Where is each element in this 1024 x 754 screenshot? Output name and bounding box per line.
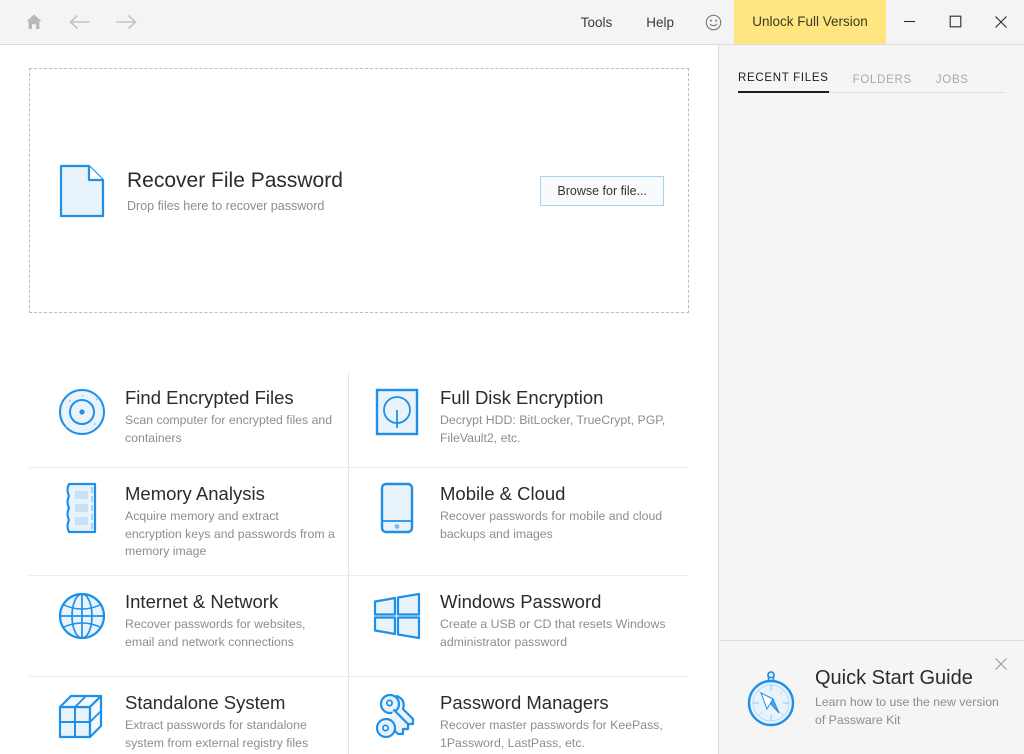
right-sidebar: RECENT FILES FOLDERS JOBS Quick Start Gu… bbox=[718, 45, 1024, 754]
tile-title: Internet & Network bbox=[125, 591, 279, 612]
compass-icon bbox=[743, 669, 799, 727]
tile-body: Find Encrypted Files Scan computer for e… bbox=[125, 386, 338, 447]
file-document-icon bbox=[59, 164, 105, 218]
tile-title: Windows Password bbox=[440, 591, 602, 612]
tile-body: Memory Analysis Acquire memory and extra… bbox=[125, 482, 338, 560]
recent-files-list[interactable] bbox=[719, 93, 1024, 640]
windows-logo-icon bbox=[371, 590, 423, 642]
tile-standalone-system[interactable]: Standalone System Extract passwords for … bbox=[29, 677, 348, 754]
quick-start-guide-panel[interactable]: Quick Start Guide Learn how to use the n… bbox=[719, 640, 1024, 754]
tile-password-managers[interactable]: Password Managers Recover master passwor… bbox=[349, 677, 689, 754]
file-drop-zone[interactable]: Recover File Password Drop files here to… bbox=[29, 68, 689, 313]
tile-title: Full Disk Encryption bbox=[440, 387, 604, 408]
tile-internet-and-network[interactable]: Internet & Network Recover passwords for… bbox=[29, 576, 348, 676]
cube-blocks-icon bbox=[56, 691, 108, 743]
tile-full-disk-encryption[interactable]: Full Disk Encryption Decrypt HDD: BitLoc… bbox=[349, 372, 689, 467]
title-bar: Tools Help Unlock Full Version bbox=[0, 0, 1024, 45]
tile-body: Standalone System Extract passwords for … bbox=[125, 691, 338, 752]
close-icon[interactable] bbox=[978, 0, 1024, 44]
tab-folders[interactable]: FOLDERS bbox=[853, 74, 912, 93]
feature-tiles-grid: Find Encrypted Files Scan computer for e… bbox=[29, 372, 689, 754]
hard-disk-icon bbox=[371, 386, 423, 438]
tab-recent-files[interactable]: RECENT FILES bbox=[738, 72, 829, 93]
minimize-icon[interactable] bbox=[886, 0, 932, 44]
quick-start-title: Quick Start Guide bbox=[815, 667, 973, 690]
tile-title: Find Encrypted Files bbox=[125, 387, 294, 408]
tile-mobile-and-cloud[interactable]: Mobile & Cloud Recover passwords for mob… bbox=[349, 468, 689, 575]
arrow-left-icon[interactable] bbox=[60, 0, 100, 44]
smiley-face-icon[interactable] bbox=[692, 0, 734, 44]
tab-jobs[interactable]: JOBS bbox=[936, 74, 969, 93]
keys-icon bbox=[371, 691, 423, 743]
tile-description: Extract passwords for standalone system … bbox=[125, 718, 309, 750]
titlebar-spacer bbox=[146, 0, 565, 44]
tile-title: Memory Analysis bbox=[125, 483, 265, 504]
close-icon[interactable] bbox=[992, 655, 1010, 673]
sidebar-tabs: RECENT FILES FOLDERS JOBS bbox=[719, 45, 1024, 93]
tile-windows-password[interactable]: Windows Password Create a USB or CD that… bbox=[349, 576, 689, 676]
tile-body: Password Managers Recover master passwor… bbox=[440, 691, 681, 752]
tile-description: Scan computer for encrypted files and co… bbox=[125, 413, 333, 445]
tile-body: Full Disk Encryption Decrypt HDD: BitLoc… bbox=[440, 386, 681, 447]
tile-body: Internet & Network Recover passwords for… bbox=[125, 590, 338, 651]
titlebar-menu: Tools Help bbox=[565, 0, 734, 44]
tile-title: Mobile & Cloud bbox=[440, 483, 566, 504]
maximize-icon[interactable] bbox=[932, 0, 978, 44]
tile-body: Windows Password Create a USB or CD that… bbox=[440, 590, 681, 651]
drop-zone-inner: Recover File Password Drop files here to… bbox=[30, 164, 688, 218]
tile-memory-analysis[interactable]: Memory Analysis Acquire memory and extra… bbox=[29, 468, 348, 575]
drop-zone-text: Recover File Password Drop files here to… bbox=[127, 168, 540, 213]
globe-icon bbox=[56, 590, 108, 642]
radar-target-icon bbox=[56, 386, 108, 438]
application-window: Tools Help Unlock Full Version Recover F… bbox=[0, 0, 1024, 754]
browse-for-file-button[interactable]: Browse for file... bbox=[540, 175, 664, 206]
navigation-controls bbox=[0, 0, 146, 44]
page-title: Recover File Password bbox=[127, 168, 343, 192]
tile-description: Recover master passwords for KeePass, 1P… bbox=[440, 718, 663, 750]
memory-ram-icon bbox=[56, 482, 108, 534]
main-content: Recover File Password Drop files here to… bbox=[0, 45, 718, 754]
quick-start-text: Quick Start Guide Learn how to use the n… bbox=[815, 666, 1006, 729]
home-icon[interactable] bbox=[14, 0, 54, 44]
quick-start-subtitle: Learn how to use the new version of Pass… bbox=[815, 695, 999, 727]
tile-description: Acquire memory and extract encryption ke… bbox=[125, 509, 335, 559]
window-controls bbox=[886, 0, 1024, 44]
tile-description: Recover passwords for websites, email an… bbox=[125, 617, 306, 649]
tile-body: Mobile & Cloud Recover passwords for mob… bbox=[440, 482, 681, 543]
tile-title: Password Managers bbox=[440, 692, 609, 713]
smartphone-icon bbox=[371, 482, 423, 534]
menu-tools[interactable]: Tools bbox=[565, 0, 629, 44]
tile-description: Recover passwords for mobile and cloud b… bbox=[440, 509, 663, 541]
tile-find-encrypted-files[interactable]: Find Encrypted Files Scan computer for e… bbox=[29, 372, 348, 467]
window-body: Recover File Password Drop files here to… bbox=[0, 45, 1024, 754]
menu-help[interactable]: Help bbox=[630, 0, 690, 44]
tile-description: Create a USB or CD that resets Windows a… bbox=[440, 617, 666, 649]
tile-title: Standalone System bbox=[125, 692, 286, 713]
unlock-full-version-button[interactable]: Unlock Full Version bbox=[734, 0, 886, 44]
drop-zone-subtitle: Drop files here to recover password bbox=[127, 199, 325, 214]
tile-description: Decrypt HDD: BitLocker, TrueCrypt, PGP, … bbox=[440, 413, 666, 445]
arrow-right-icon[interactable] bbox=[106, 0, 146, 44]
